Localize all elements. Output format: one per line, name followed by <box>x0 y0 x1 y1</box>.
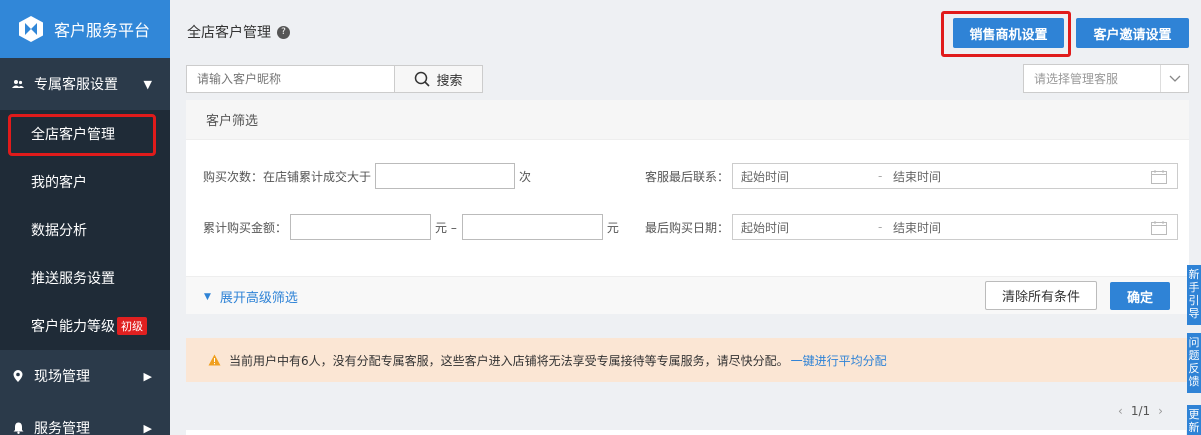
sidebar-item-my-customers[interactable]: 我的客户 <box>0 158 170 206</box>
menu-group-label: 专属客服设置 <box>34 77 118 93</box>
menu-group-exclusive-service[interactable]: 专属客服设置 ▼ <box>0 58 170 110</box>
highlight-box <box>8 114 156 156</box>
bell-icon <box>10 422 26 434</box>
purchase-count-label: 购买次数：在店铺累计成交大于 <box>203 169 372 184</box>
location-icon <box>10 370 26 382</box>
calendar-icon <box>1151 170 1168 184</box>
users-icon <box>10 79 26 89</box>
purchase-amount-label: 累计购买金额： <box>203 220 288 235</box>
main-content: 全店客户管理 ? 销售商机设置 客户邀请设置 搜索 请选择管理客服 客户筛选 购… <box>170 0 1201 435</box>
app-title: 客户服务平台 <box>54 21 151 40</box>
filter-panel: 客户筛选 购买次数：在店铺累计成交大于 次 客服最后联系： 起始时间 - 结束时… <box>186 100 1189 314</box>
start-date: 起始时间 <box>741 220 790 235</box>
search-button[interactable]: 搜索 <box>394 65 483 93</box>
search-input[interactable] <box>186 65 394 93</box>
confirm-button[interactable]: 确定 <box>1110 282 1170 310</box>
select-placeholder: 请选择管理客服 <box>1034 72 1119 86</box>
menu-group-label: 服务管理 <box>34 421 90 435</box>
sidebar-item-label: 数据分析 <box>31 223 87 239</box>
page-title-text: 全店客户管理 <box>187 25 271 41</box>
sidebar-item-push-settings[interactable]: 推送服务设置 <box>0 254 170 302</box>
side-tab-guide[interactable]: 新手引导 <box>1187 265 1201 325</box>
list-area <box>186 430 1186 435</box>
help-icon[interactable]: ? <box>277 25 290 39</box>
sidebar: 客户服务平台 专属客服设置 ▼ 全店客户管理 我的客户 数据分析 推送服务设置 … <box>0 0 170 435</box>
caret-right-icon: ▶ <box>143 421 152 435</box>
unassigned-alert: 当前用户中有6人，没有分配专属客服，这些客户进入店铺将无法享受专属接待等专属服务… <box>186 338 1201 382</box>
brand-header[interactable]: 客户服务平台 <box>0 0 170 58</box>
date-separator: - <box>878 169 883 183</box>
expand-advanced-filter[interactable]: ▼ 展开高级筛选 <box>204 287 298 306</box>
amount-unit-from: 元 – <box>435 220 457 235</box>
logo-icon <box>16 14 46 44</box>
purchase-count-row: 购买次数：在店铺累计成交大于 次 <box>203 163 531 189</box>
last-contact-date-range[interactable]: 起始时间 - 结束时间 <box>732 163 1179 189</box>
end-date: 结束时间 <box>893 220 942 235</box>
sidebar-item-capability-level[interactable]: 客户能力等级 初级 <box>0 302 170 350</box>
expand-label: 展开高级筛选 <box>219 291 298 306</box>
purchase-count-unit: 次 <box>519 169 532 184</box>
triangle-down-icon: ▼ <box>204 291 211 302</box>
menu-group-onsite[interactable]: 现场管理 ▶ <box>0 350 170 402</box>
warning-icon <box>208 354 221 366</box>
purchase-amount-row: 累计购买金额： 元 – 元 <box>203 214 619 240</box>
sidebar-item-label: 我的客户 <box>31 175 87 191</box>
next-page-icon[interactable]: › <box>1158 404 1163 418</box>
last-contact-row: 客服最后联系： 起始时间 - 结束时间 <box>645 163 1179 189</box>
last-purchase-row: 最后购买日期： 起始时间 - 结束时间 <box>645 214 1179 240</box>
last-purchase-label: 最后购买日期： <box>645 220 730 235</box>
amount-max-input[interactable] <box>461 214 603 240</box>
last-purchase-date-range[interactable]: 起始时间 - 结束时间 <box>732 214 1179 240</box>
customer-invite-button[interactable]: 客户邀请设置 <box>1076 18 1189 48</box>
level-badge: 初级 <box>117 317 147 335</box>
purchase-count-input[interactable] <box>375 163 516 189</box>
caret-right-icon: ▶ <box>143 369 152 383</box>
calendar-icon <box>1151 221 1168 235</box>
menu-group-service[interactable]: 服务管理 ▶ <box>0 402 170 435</box>
search-bar: 搜索 <box>186 65 483 93</box>
page-indicator: 1/1 <box>1130 404 1151 418</box>
caret-down-icon: ▼ <box>143 77 152 91</box>
amount-unit-to: 元 <box>606 220 619 235</box>
search-button-label: 搜索 <box>436 73 463 89</box>
highlight-box <box>941 11 1071 57</box>
sidebar-item-label: 客户能力等级 <box>31 319 115 335</box>
alert-text: 当前用户中有6人，没有分配专属客服，这些客户进入店铺将无法享受专属接待等专属服务… <box>229 353 789 368</box>
clear-filters-button[interactable]: 清除所有条件 <box>985 281 1097 310</box>
sidebar-item-data-analysis[interactable]: 数据分析 <box>0 206 170 254</box>
page-title: 全店客户管理 ? <box>187 22 290 42</box>
pagination: ‹ 1/1 › <box>1118 404 1163 418</box>
last-contact-label: 客服最后联系： <box>645 169 730 184</box>
filter-title: 客户筛选 <box>186 100 1189 140</box>
menu-group-label: 现场管理 <box>34 369 90 385</box>
side-tab-feedback[interactable]: 问题反馈 <box>1187 333 1201 393</box>
auto-assign-link[interactable]: 一键进行平均分配 <box>791 352 887 369</box>
side-tab-update[interactable]: 更新 <box>1187 405 1201 435</box>
service-select[interactable]: 请选择管理客服 <box>1023 64 1189 93</box>
sidebar-item-label: 推送服务设置 <box>31 271 115 287</box>
end-date: 结束时间 <box>893 169 942 184</box>
date-separator: - <box>878 220 883 234</box>
filter-footer: ▼ 展开高级筛选 清除所有条件 确定 <box>186 276 1189 314</box>
start-date: 起始时间 <box>741 169 790 184</box>
amount-min-input[interactable] <box>290 214 432 240</box>
chevron-down-icon <box>1160 65 1188 92</box>
search-icon <box>415 71 431 87</box>
prev-page-icon[interactable]: ‹ <box>1118 404 1123 418</box>
